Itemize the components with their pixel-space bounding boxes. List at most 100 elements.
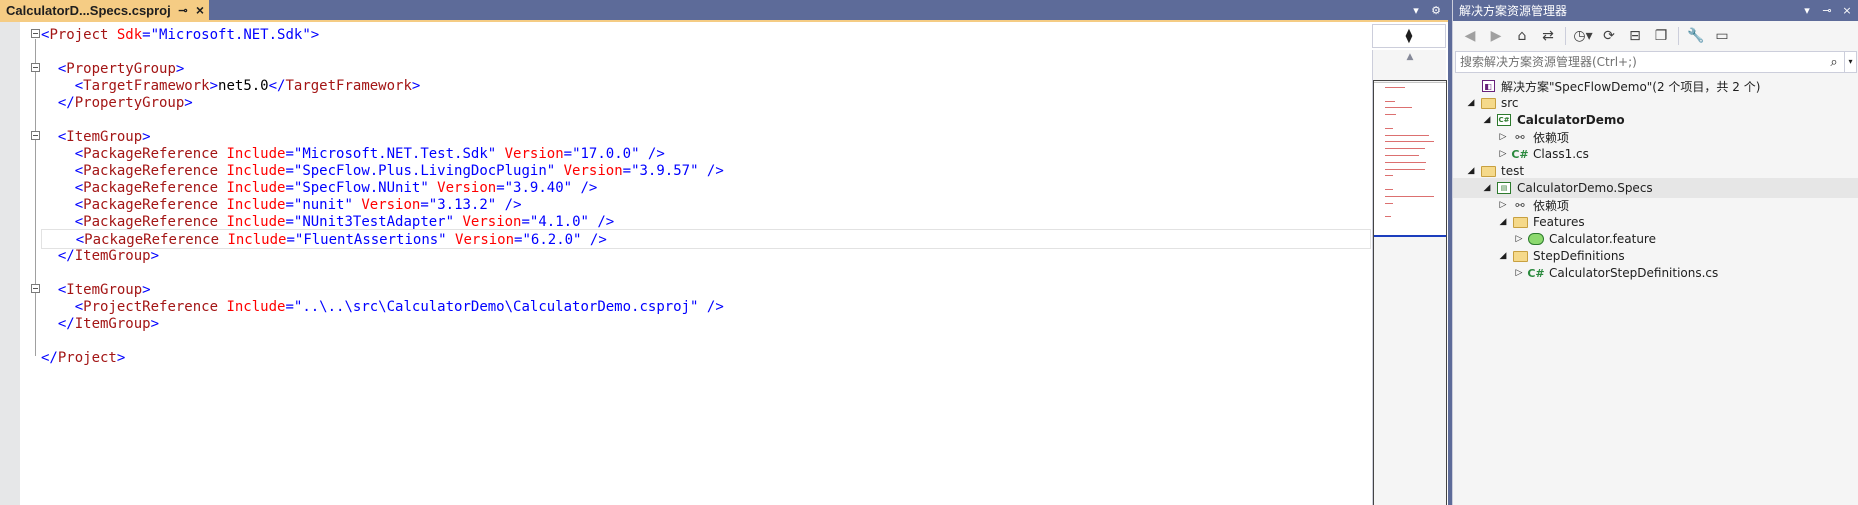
solution-explorer-title: 解决方案资源管理器 — [1459, 4, 1568, 18]
expanded-arrow-icon[interactable]: ◢ — [1495, 251, 1511, 261]
pin-icon[interactable]: ⊸ — [175, 4, 191, 17]
code-token: < — [74, 299, 84, 315]
collapse-region-icon[interactable] — [31, 63, 40, 72]
search-icon[interactable]: ⌕ — [1824, 55, 1844, 70]
dropdown-icon[interactable]: ▾ — [1410, 4, 1422, 17]
collapsed-arrow-icon[interactable]: ▷ — [1511, 268, 1527, 278]
collapse-all-icon[interactable]: ⊟ — [1624, 25, 1646, 47]
code-token: "17.0.0" — [572, 146, 640, 162]
code-editor[interactable]: <Project Sdk="Microsoft.NET.Sdk"> <Prope… — [0, 20, 1448, 505]
forward-icon[interactable]: ▶ — [1485, 25, 1507, 47]
tree-item-label: 依赖项 — [1533, 130, 1570, 145]
pin-icon[interactable]: ⊸ — [1819, 4, 1835, 17]
collapsed-arrow-icon[interactable]: ▷ — [1495, 149, 1511, 159]
csharp-project-icon: C# — [1497, 114, 1511, 126]
properties-icon[interactable]: 🔧 — [1685, 25, 1707, 47]
code-token: Include — [218, 197, 286, 213]
minimap-line — [1385, 114, 1396, 116]
expanded-arrow-icon[interactable]: ◢ — [1463, 98, 1479, 108]
preview-icon[interactable]: ▭ — [1711, 25, 1733, 47]
code-token: /> — [588, 214, 615, 230]
code-line[interactable]: </Project> — [41, 348, 125, 368]
code-token: "3.13.2" — [428, 197, 497, 213]
close-icon[interactable]: × — [1839, 4, 1855, 17]
minimap-line — [1385, 127, 1393, 129]
test-project-icon: ▤ — [1495, 180, 1513, 196]
minimap-viewport[interactable] — [1373, 82, 1447, 237]
dropdown-icon[interactable]: ▾ — [1799, 4, 1815, 17]
tree-item-label: src — [1501, 96, 1519, 110]
code-line[interactable]: <PackageReference Include="FluentAsserti… — [41, 229, 1371, 249]
code-token: < — [74, 180, 84, 196]
expanded-arrow-icon[interactable]: ◢ — [1463, 166, 1479, 176]
scrollbar-minimap[interactable]: ▲ — [1372, 50, 1447, 505]
gear-icon[interactable]: ⚙ — [1430, 4, 1442, 17]
collapsed-arrow-icon[interactable]: ▷ — [1495, 200, 1511, 210]
code-token: = — [285, 299, 294, 315]
code-token: "Microsoft.NET.Test.Sdk" — [293, 146, 497, 162]
folder-icon — [1479, 95, 1497, 111]
expanded-arrow-icon[interactable]: ◢ — [1495, 217, 1511, 227]
code-text-area[interactable]: <Project Sdk="Microsoft.NET.Sdk"> <Prope… — [41, 22, 1371, 505]
scroll-up-icon[interactable]: ▲ — [1373, 50, 1447, 64]
code-line[interactable]: </ItemGroup> — [41, 246, 159, 266]
code-token: "3.9.40" — [504, 180, 573, 196]
split-icon[interactable]: ⧫ — [1372, 24, 1446, 48]
tree-item-label: Features — [1533, 215, 1585, 229]
csharp-file-icon: C# — [1527, 266, 1545, 280]
document-tab-title[interactable]: CalculatorD...Specs.csproj — [6, 3, 175, 18]
code-token: "NUnit3TestAdapter" — [293, 214, 455, 230]
code-line[interactable]: <Project Sdk="Microsoft.NET.Sdk"> — [41, 25, 319, 45]
show-all-files-icon[interactable]: ❐ — [1650, 25, 1672, 47]
tree-item-label: 解决方案"SpecFlowDemo"(2 个项目，共 2 个) — [1501, 79, 1761, 94]
pending-changes-filter-icon[interactable]: ◷▾ — [1572, 25, 1594, 47]
sync-icon[interactable]: ⟳ — [1598, 25, 1620, 47]
code-token: < — [74, 214, 84, 230]
search-options-dropdown-icon[interactable]: ▾ — [1844, 52, 1856, 72]
code-line[interactable]: </PropertyGroup> — [41, 93, 193, 113]
expanded-arrow-icon[interactable]: ◢ — [1479, 115, 1495, 125]
collapse-region-icon[interactable] — [31, 131, 40, 140]
tab-strip-controls: ▾ ⚙ — [1410, 0, 1448, 20]
switch-views-icon[interactable]: ⇄ — [1537, 25, 1559, 47]
code-token: = — [496, 180, 505, 196]
code-token: PackageReference — [83, 214, 219, 230]
tree-item-label: CalculatorDemo.Specs — [1517, 181, 1653, 195]
expanded-arrow-icon[interactable]: ◢ — [1479, 183, 1495, 193]
outline-guide-line — [35, 294, 36, 322]
code-token: = — [420, 197, 429, 213]
code-token: Project — [49, 27, 109, 43]
outline-guide-line — [35, 73, 36, 101]
collapsed-arrow-icon[interactable]: ▷ — [1495, 132, 1511, 142]
code-token: ProjectReference — [83, 299, 219, 315]
minimap-line — [1385, 195, 1434, 197]
close-icon[interactable]: × — [191, 2, 209, 18]
minimap-line — [1385, 216, 1391, 218]
back-icon[interactable]: ◀ — [1459, 25, 1481, 47]
solution-explorer-toolbar: ◀ ▶ ⌂ ⇄ ◷▾ ⟳ ⊟ ❐ 🔧 ▭ — [1453, 21, 1858, 51]
code-token: </ — [57, 316, 75, 332]
home-icon[interactable]: ⌂ — [1511, 25, 1533, 47]
solution-explorer-titlebar[interactable]: 解决方案资源管理器 ▾ ⊸ × — [1453, 0, 1858, 21]
code-line[interactable]: </ItemGroup> — [41, 314, 159, 334]
code-token: /> — [639, 146, 665, 162]
minimap-line — [1385, 134, 1429, 136]
folder-icon — [1511, 248, 1529, 264]
tree-item[interactable]: ▷ C# CalculatorStepDefinitions.cs — [1453, 263, 1858, 283]
collapsed-arrow-icon[interactable]: ▷ — [1511, 234, 1527, 244]
code-token: = — [285, 180, 294, 196]
document-tab[interactable]: CalculatorD...Specs.csproj ⊸ × — [0, 0, 209, 20]
search-input[interactable] — [1456, 52, 1824, 72]
indicator-margin[interactable] — [0, 22, 20, 505]
collapse-region-icon[interactable] — [31, 284, 40, 293]
code-token: < — [74, 197, 84, 213]
code-token: < — [74, 163, 84, 179]
tree-item-label: Class1.cs — [1533, 147, 1589, 161]
minimap-line — [1385, 87, 1405, 88]
collapse-region-icon[interactable] — [31, 29, 40, 38]
